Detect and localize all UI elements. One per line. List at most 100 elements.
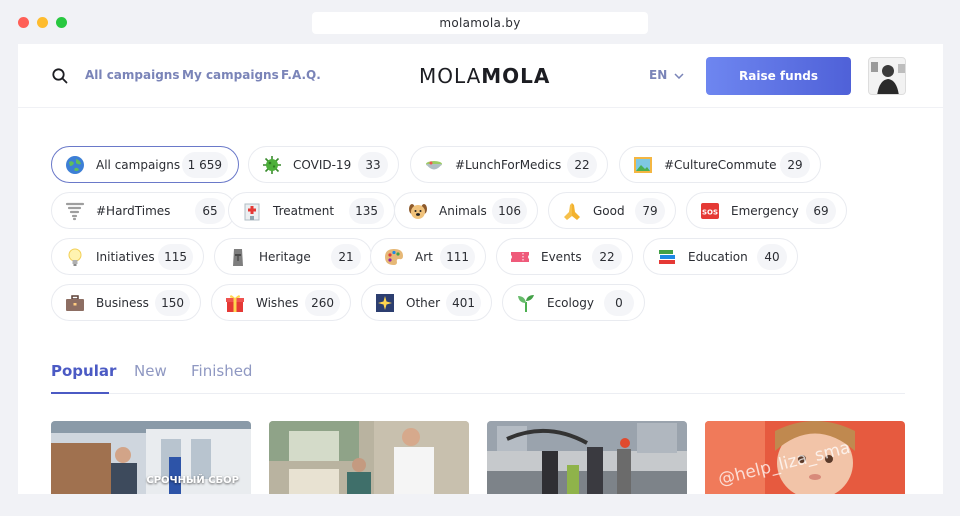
tab-new[interactable]: New xyxy=(134,362,167,380)
campaign-image xyxy=(487,421,687,494)
raise-funds-button[interactable]: Raise funds xyxy=(706,57,851,95)
language-selector[interactable]: EN xyxy=(649,68,684,82)
sos-icon: SOS xyxy=(701,202,719,219)
category-chip-initiatives[interactable]: Initiatives 115 xyxy=(51,238,204,275)
category-label: All campaigns xyxy=(96,157,181,172)
tab-popular[interactable]: Popular xyxy=(51,362,116,380)
category-label: Treatment xyxy=(273,203,335,218)
category-label: #LunchForMedics xyxy=(455,157,562,172)
category-count: 260 xyxy=(305,290,340,316)
category-label: Animals xyxy=(439,203,487,218)
category-chip-wishes[interactable]: Wishes 260 xyxy=(211,284,351,321)
category-count: 115 xyxy=(158,244,193,270)
tornado-icon xyxy=(65,202,85,220)
campaign-card[interactable]: СРОЧНЫЙ СБОР xyxy=(51,421,251,494)
category-chip-treatment[interactable]: Treatment 135 xyxy=(228,192,395,229)
nav-my-campaigns[interactable]: My campaigns xyxy=(182,68,279,82)
hospital-icon xyxy=(244,203,260,220)
nav-all-campaigns[interactable]: All campaigns xyxy=(85,68,179,82)
gift-icon xyxy=(226,294,244,312)
category-label: Events xyxy=(541,249,582,264)
site-header: All campaigns My campaigns F.A.Q. MOLAMO… xyxy=(18,44,943,108)
campaign-tabs: Popular New Finished xyxy=(51,354,905,394)
category-chip-education[interactable]: Education 40 xyxy=(643,238,798,275)
page: All campaigns My campaigns F.A.Q. MOLAMO… xyxy=(18,44,943,494)
category-count: 0 xyxy=(604,290,634,316)
category-chip-animals[interactable]: Animals 106 xyxy=(394,192,538,229)
active-tab-indicator xyxy=(51,392,109,394)
category-count: 79 xyxy=(635,198,665,224)
category-label: Art xyxy=(415,249,433,264)
category-chip-lunchformedics[interactable]: #LunchForMedics 22 xyxy=(410,146,608,183)
category-chip-business[interactable]: Business 150 xyxy=(51,284,201,321)
globe-icon xyxy=(66,155,84,174)
category-label: Education xyxy=(688,249,748,264)
category-label: Ecology xyxy=(547,295,594,310)
category-count: 401 xyxy=(446,290,481,316)
tab-finished[interactable]: Finished xyxy=(191,362,252,380)
category-count: 40 xyxy=(757,244,787,270)
address-bar[interactable]: molamola.by xyxy=(312,12,648,34)
books-icon xyxy=(659,249,675,264)
campaign-card[interactable] xyxy=(487,421,687,494)
svg-text:SOS: SOS xyxy=(702,208,718,216)
category-label: COVID-19 xyxy=(293,157,352,172)
search-icon[interactable] xyxy=(51,67,69,85)
category-count: 22 xyxy=(592,244,622,270)
campaign-image xyxy=(269,421,469,494)
category-count: 106 xyxy=(492,198,527,224)
sparkle-icon xyxy=(376,293,394,312)
close-window-icon[interactable] xyxy=(18,17,29,28)
category-chip-art[interactable]: Art 111 xyxy=(370,238,486,275)
category-chip-other[interactable]: Other 401 xyxy=(361,284,492,321)
category-count: 150 xyxy=(155,290,190,316)
category-label: Other xyxy=(406,295,441,310)
picture-icon xyxy=(634,156,652,173)
category-chip-all-campaigns[interactable]: All campaigns 1 659 xyxy=(51,146,239,183)
nav-faq[interactable]: F.A.Q. xyxy=(281,68,321,82)
ticket-icon xyxy=(511,251,529,262)
category-chip-ecology[interactable]: Ecology 0 xyxy=(502,284,645,321)
campaign-card[interactable]: @help_liza_sma xyxy=(705,421,905,494)
minimize-window-icon[interactable] xyxy=(37,17,48,28)
browser-chrome: molamola.by xyxy=(0,0,960,44)
briefcase-icon xyxy=(66,294,84,311)
category-chip-emergency[interactable]: SOS Emergency 69 xyxy=(686,192,847,229)
category-count: 29 xyxy=(780,152,810,178)
virus-icon xyxy=(263,155,281,174)
card-caption: СРОЧНЫЙ СБОР xyxy=(146,475,239,486)
bowl-icon xyxy=(426,160,442,169)
language-label: EN xyxy=(649,68,668,82)
category-label: Good xyxy=(593,203,625,218)
palette-icon xyxy=(385,248,403,265)
category-chip-hardtimes[interactable]: #HardTimes 65 xyxy=(51,192,236,229)
site-logo[interactable]: MOLAMOLA xyxy=(419,64,550,88)
logo-part-2: MOLA xyxy=(481,64,551,88)
category-label: Initiatives xyxy=(96,249,155,264)
category-count: 21 xyxy=(331,244,361,270)
category-label: Business xyxy=(96,295,149,310)
dog-icon xyxy=(409,203,427,219)
category-count: 1 659 xyxy=(181,152,228,178)
avatar[interactable] xyxy=(868,57,906,95)
maximize-window-icon[interactable] xyxy=(56,17,67,28)
category-count: 135 xyxy=(349,198,384,224)
category-chip-good[interactable]: Good 79 xyxy=(548,192,676,229)
category-chip-covid-19[interactable]: COVID-19 33 xyxy=(248,146,399,183)
category-chip-culturecommute[interactable]: #CultureCommute 29 xyxy=(619,146,821,183)
category-count: 65 xyxy=(195,198,225,224)
category-label: Heritage xyxy=(259,249,311,264)
category-chip-events[interactable]: Events 22 xyxy=(496,238,633,275)
avatar-image xyxy=(869,58,905,94)
category-count: 22 xyxy=(567,152,597,178)
lightbulb-icon xyxy=(68,248,82,266)
category-label: #CultureCommute xyxy=(664,157,777,172)
campaign-card[interactable] xyxy=(269,421,469,494)
moai-icon xyxy=(233,248,243,266)
seedling-icon xyxy=(518,294,534,312)
category-chip-heritage[interactable]: Heritage 21 xyxy=(214,238,372,275)
category-label: Wishes xyxy=(256,295,299,310)
category-count: 69 xyxy=(806,198,836,224)
category-count: 33 xyxy=(358,152,388,178)
category-label: Emergency xyxy=(731,203,799,218)
